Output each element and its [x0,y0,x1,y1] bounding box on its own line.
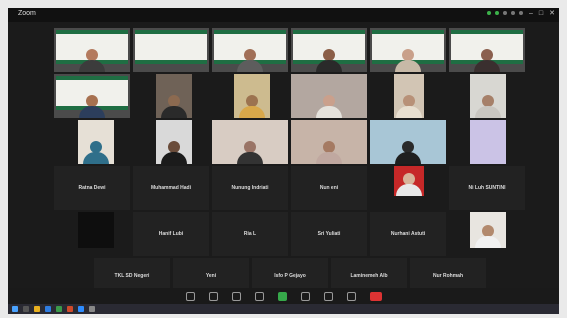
start-icon[interactable] [12,306,18,312]
participant-name: Ria L [243,231,257,237]
participant-tile[interactable] [291,74,367,118]
participant-name: Ratna Dewi [78,185,106,191]
participant-name: Muhammad Hadi [150,185,191,191]
record-icon[interactable] [323,291,333,301]
security-icon [495,11,499,15]
participant-tile[interactable] [291,28,367,72]
windows-taskbar [8,304,559,314]
participant-name: Hanif Lubi [158,231,184,237]
speaker-view-icon[interactable] [511,11,515,15]
participant-tile[interactable]: Sri Yuliati [291,212,367,256]
participant-tile[interactable] [470,74,506,118]
participant-name: TKL SD Negeri [114,273,150,279]
participant-name: Yeni [205,273,217,279]
browser-icon[interactable] [45,306,51,312]
gallery-view-icon[interactable] [503,11,507,15]
participant-tile[interactable]: Nun eni [291,166,367,210]
participant-tile[interactable] [394,166,424,196]
participant-tile[interactable] [212,120,288,164]
participant-tile[interactable]: Hanif Lubi [133,212,209,256]
participant-name: Sri Yuliati [317,231,341,237]
title-bar: Zoom – □ ✕ [8,8,559,22]
participant-tile[interactable] [78,212,114,248]
participant-tile[interactable] [449,28,525,72]
participant-tile[interactable]: Ria L [212,212,288,256]
participant-name: Ni Luh SUNTINI [468,185,506,191]
participant-name: Laminemeh Alb [350,273,388,279]
app-icon[interactable] [56,306,62,312]
participant-tile[interactable] [156,74,192,118]
participant-tile[interactable] [394,74,424,118]
participant-tile[interactable]: Ratna Dewi [54,166,130,210]
app-icon[interactable] [89,306,95,312]
video-icon[interactable] [208,291,218,301]
participant-tile[interactable] [470,120,506,164]
participant-tile[interactable] [370,120,446,164]
participant-tile[interactable] [78,120,114,164]
participant-tile[interactable] [54,28,130,72]
end-meeting-button[interactable] [369,291,382,301]
meeting-window: Zoom – □ ✕ Ratna Dewi Muhammad Hadi Nunu… [8,8,559,314]
participants-icon[interactable] [254,291,264,301]
participant-tile[interactable] [370,28,446,72]
participant-name: Isfo P Gejayo [274,273,306,279]
participant-tile[interactable] [133,28,209,72]
app-title: Zoom [18,10,36,17]
share-screen-icon[interactable] [277,291,287,301]
participant-tile[interactable]: Nunung Indriati [212,166,288,210]
participant-name: Nunung Indriati [231,185,269,191]
participant-name: Nur Rohmah [433,273,463,279]
participant-name: Nun eni [319,185,339,191]
maximize-icon[interactable]: □ [539,10,543,18]
reactions-icon[interactable] [346,291,356,301]
participant-tile[interactable] [212,28,288,72]
participant-tile[interactable] [470,212,506,248]
chat-icon[interactable] [300,291,310,301]
security-button-icon[interactable] [231,291,241,301]
search-icon[interactable] [23,306,29,312]
participant-tile[interactable] [291,120,367,164]
participant-name: Nurhani Astuti [390,231,426,237]
minimize-icon[interactable]: – [529,10,533,18]
app-icon[interactable] [67,306,73,312]
zoom-taskbar-icon[interactable] [78,306,84,312]
participant-tile[interactable]: Ni Luh SUNTINI [449,166,525,210]
file-explorer-icon[interactable] [34,306,40,312]
meeting-toolbar [8,288,559,304]
close-icon[interactable]: ✕ [549,10,555,18]
window-controls: – □ ✕ [529,10,555,18]
mute-icon[interactable] [185,291,195,301]
recording-indicator-icon [487,11,491,15]
participant-tile[interactable] [54,74,130,118]
participant-tile[interactable]: Muhammad Hadi [133,166,209,210]
participant-tile[interactable] [234,74,270,118]
participant-tile[interactable]: Nurhani Astuti [370,212,446,256]
view-controls[interactable] [487,11,523,15]
participant-tile[interactable] [156,120,192,164]
fullscreen-icon[interactable] [519,11,523,15]
